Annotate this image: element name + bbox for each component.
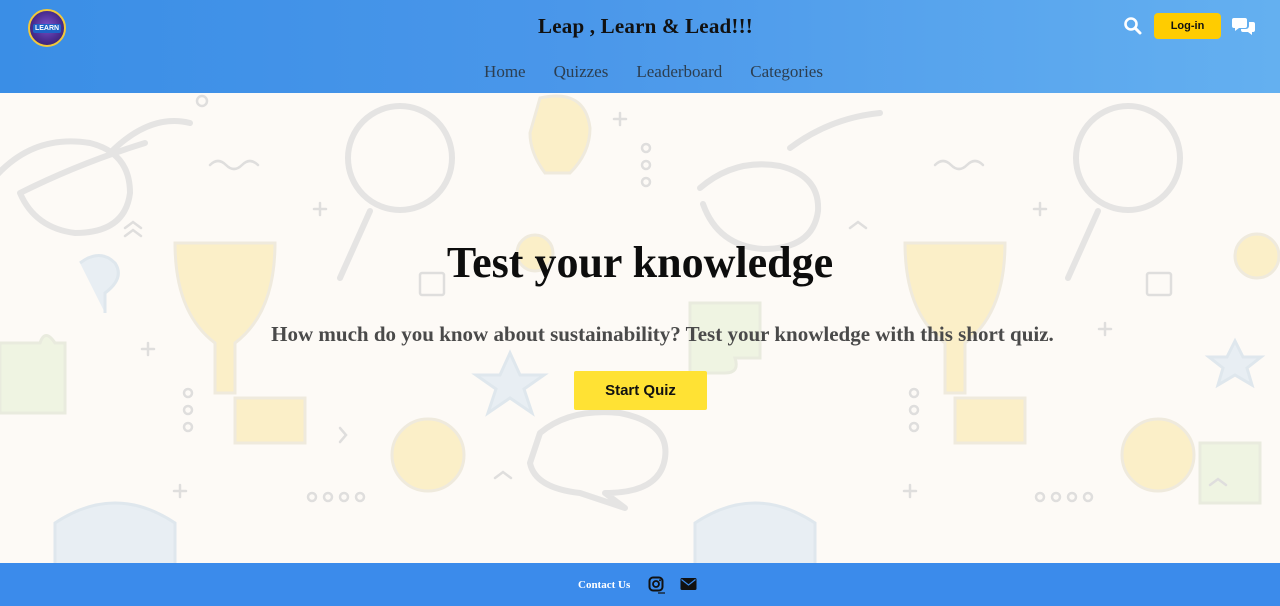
nav-home[interactable]: Home [484,62,526,82]
start-quiz-button[interactable]: Start Quiz [574,371,707,410]
mail-icon[interactable] [680,577,697,591]
nav-leaderboard[interactable]: Leaderboard [636,62,722,82]
chat-bubbles-icon[interactable] [1232,15,1256,37]
search-icon[interactable] [1123,16,1143,36]
nav-quizzes[interactable]: Quizzes [554,62,609,82]
main-nav: Home Quizzes Leaderboard Categories [0,62,1280,82]
site-title: Leap , Learn & Lead!!! [538,14,753,38]
hero-subtitle: How much do you know about sustainabilit… [271,322,1054,346]
instagram-icon[interactable] [648,576,666,594]
hero-title: Test your knowledge [446,238,834,287]
footer: Contact Us [0,563,1280,606]
top-header: LEARN Leap , Learn & Lead!!! Home Quizze… [0,0,1280,93]
contact-us-link[interactable]: Contact Us [578,579,630,591]
nav-categories[interactable]: Categories [750,62,823,82]
hero-section: Test your knowledge How much do you know… [0,93,1280,563]
login-button[interactable]: Log-in [1154,13,1221,39]
